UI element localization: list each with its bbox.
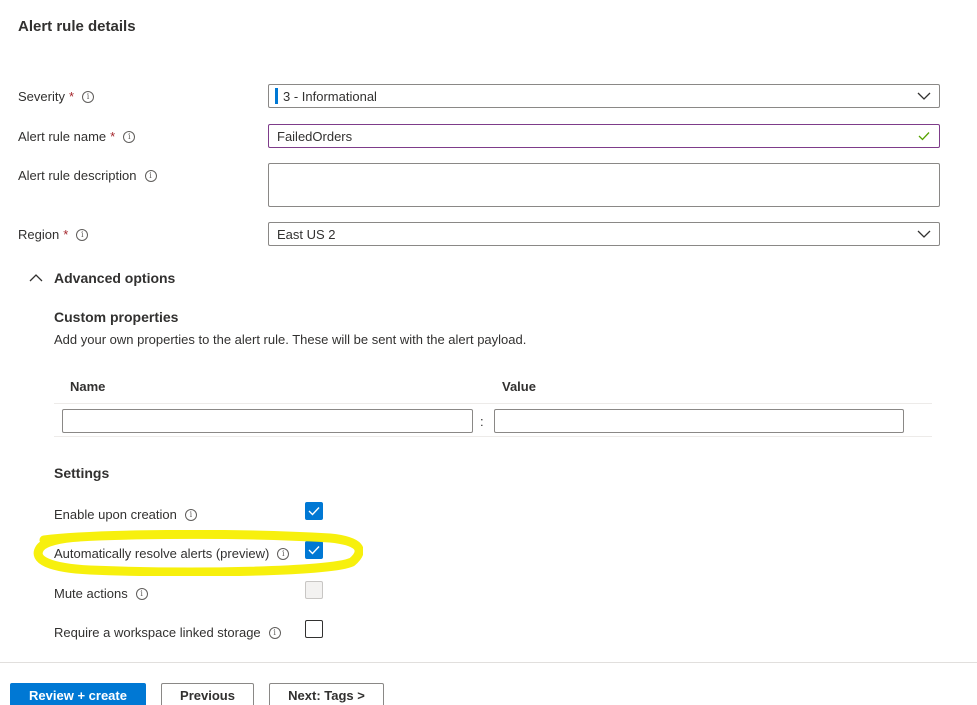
info-icon[interactable]: i — [123, 130, 136, 143]
chevron-down-icon — [917, 227, 931, 241]
alert-rule-description-label: Alert rule description i — [18, 168, 157, 183]
custom-property-name-input[interactable] — [62, 409, 473, 433]
region-label: Region * i — [18, 227, 89, 242]
checkmark-icon — [917, 129, 931, 143]
next-tags-button[interactable]: Next: Tags > — [269, 683, 384, 705]
info-icon[interactable]: i — [277, 547, 290, 560]
auto-resolve-label: Automatically resolve alerts (preview) i — [54, 546, 290, 561]
severity-label-text: Severity — [18, 89, 65, 104]
alert-rule-name-input[interactable]: FailedOrders — [268, 124, 940, 148]
info-icon[interactable]: i — [76, 228, 89, 241]
alert-rule-name-label-text: Alert rule name — [18, 129, 107, 144]
review-create-button[interactable]: Review + create — [10, 683, 146, 705]
advanced-options-toggle[interactable]: Advanced options — [29, 270, 175, 286]
enable-upon-creation-text: Enable upon creation — [54, 507, 177, 522]
chevron-down-icon — [917, 89, 931, 103]
workspace-storage-checkbox[interactable] — [305, 620, 323, 638]
footer-divider — [0, 662, 977, 663]
table-divider — [54, 403, 932, 404]
auto-resolve-checkbox[interactable] — [305, 541, 323, 559]
chevron-up-icon — [29, 274, 43, 282]
alert-rule-description-label-text: Alert rule description — [18, 168, 137, 183]
alert-rule-name-value: FailedOrders — [277, 128, 353, 144]
section-title: Alert rule details — [18, 18, 136, 35]
severity-label: Severity * i — [18, 89, 95, 104]
region-dropdown[interactable]: East US 2 — [268, 222, 940, 246]
custom-properties-title: Custom properties — [54, 309, 179, 325]
workspace-storage-text: Require a workspace linked storage — [54, 625, 261, 640]
mute-actions-checkbox — [305, 581, 323, 599]
enable-upon-creation-label: Enable upon creation i — [54, 507, 197, 522]
region-value: East US 2 — [277, 226, 336, 242]
severity-color-bar — [275, 88, 278, 104]
required-marker: * — [63, 227, 69, 242]
auto-resolve-text: Automatically resolve alerts (preview) — [54, 546, 270, 561]
column-header-value: Value — [502, 379, 536, 394]
info-icon[interactable]: i — [82, 90, 95, 103]
alert-rule-name-label: Alert rule name * i — [18, 129, 136, 144]
enable-upon-creation-checkbox[interactable] — [305, 502, 323, 520]
settings-title: Settings — [54, 465, 110, 481]
key-value-separator: : — [480, 414, 484, 429]
info-icon[interactable]: i — [184, 508, 197, 521]
mute-actions-text: Mute actions — [54, 586, 128, 601]
advanced-options-label: Advanced options — [54, 270, 176, 286]
workspace-storage-label: Require a workspace linked storage i — [54, 625, 281, 640]
previous-button[interactable]: Previous — [161, 683, 254, 705]
severity-dropdown[interactable]: 3 - Informational — [268, 84, 940, 108]
alert-rule-description-textarea[interactable] — [268, 163, 940, 207]
checkmark-icon — [308, 546, 320, 555]
custom-property-value-input[interactable] — [494, 409, 904, 433]
checkmark-icon — [308, 507, 320, 516]
info-icon[interactable]: i — [268, 626, 281, 639]
custom-properties-description: Add your own properties to the alert rul… — [54, 332, 527, 347]
required-marker: * — [68, 89, 75, 104]
table-divider — [54, 436, 932, 437]
info-icon[interactable]: i — [144, 169, 157, 182]
region-label-text: Region — [18, 227, 60, 242]
required-marker: * — [110, 129, 116, 144]
severity-value: 3 - Informational — [283, 88, 377, 104]
info-icon[interactable]: i — [135, 587, 148, 600]
column-header-name: Name — [70, 379, 106, 394]
mute-actions-label: Mute actions i — [54, 586, 148, 601]
